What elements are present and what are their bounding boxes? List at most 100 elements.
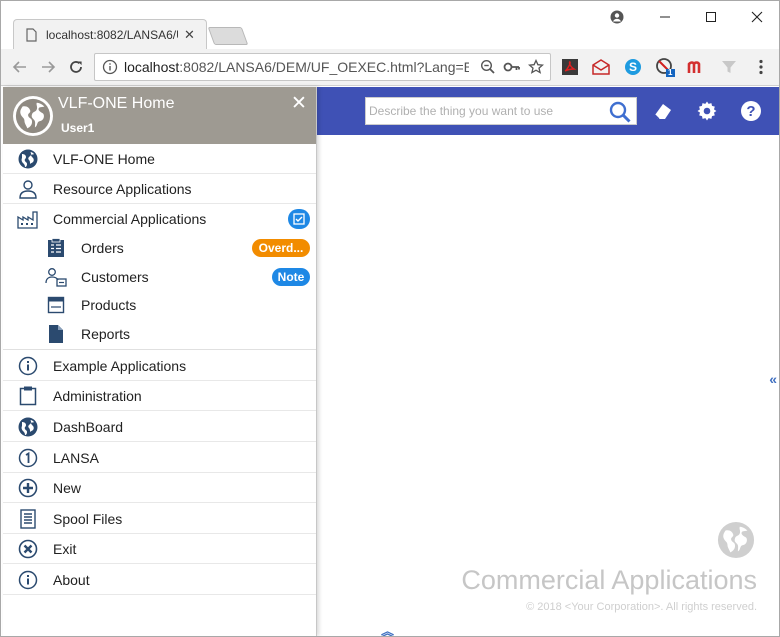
number-one-icon <box>17 447 39 469</box>
reload-icon[interactable] <box>65 56 87 78</box>
search-input[interactable] <box>366 98 602 124</box>
gear-icon[interactable] <box>695 99 719 123</box>
close-circle-icon <box>17 538 39 560</box>
search-box[interactable] <box>365 97 637 125</box>
close-window-button[interactable] <box>747 7 767 27</box>
person-icon <box>17 178 39 200</box>
page-icon <box>26 27 37 42</box>
url-path: :8082/LANSA6/DEM/UF_OEXEC.html?Lang=E... <box>179 59 469 75</box>
extension-badge: 1 <box>668 68 673 77</box>
menu-item-administration[interactable]: Administration <box>3 381 316 411</box>
plus-icon <box>17 477 39 499</box>
menu-item-label: About <box>53 571 90 588</box>
menu-item-label: Example Applications <box>53 357 187 374</box>
menu-item-label: Resource Applications <box>53 180 192 197</box>
browser-toolbar: localhost:8082/LANSA6/DEM/UF_OEXEC.html?… <box>1 49 779 86</box>
menu-item-new[interactable]: New <box>3 473 316 503</box>
url-text: localhost:8082/LANSA6/DEM/UF_OEXEC.html?… <box>124 59 469 75</box>
menu-item-customers[interactable]: Customers Note <box>3 263 316 291</box>
document-icon <box>45 323 67 345</box>
menu-item-reports[interactable]: Reports <box>3 320 316 348</box>
info-icon[interactable] <box>102 59 118 75</box>
menu-item-vlf-one-home[interactable]: VLF-ONE Home <box>3 144 316 174</box>
minimize-button[interactable] <box>655 7 675 27</box>
menu-item-label: DashBoard <box>53 418 124 435</box>
menu-item-lansa[interactable]: LANSA <box>3 443 316 473</box>
maximize-button[interactable] <box>701 7 721 27</box>
menu-item-commercial-applications[interactable]: Commercial Applications <box>3 204 316 234</box>
menu-item-label: New <box>53 479 82 496</box>
app-header: ? <box>317 87 779 135</box>
note-badge[interactable]: Note <box>272 268 310 286</box>
filter-extension-icon[interactable] <box>719 57 739 77</box>
m-extension-icon[interactable] <box>687 57 707 77</box>
skype-icon[interactable]: S <box>623 57 643 77</box>
info-icon <box>17 355 39 377</box>
double-chevron-up-icon[interactable]: ︽ <box>381 621 394 636</box>
new-tab-button[interactable] <box>207 27 249 45</box>
menu-item-products[interactable]: Products <box>3 291 316 319</box>
browser-menu-icon[interactable] <box>751 57 771 77</box>
brand-title: Commercial Applications <box>461 565 757 595</box>
help-icon[interactable]: ? <box>739 99 763 123</box>
menu-item-example-applications[interactable]: Example Applications <box>3 351 316 381</box>
status-badge[interactable]: Overd... <box>252 239 310 257</box>
clipboard-icon <box>45 237 67 259</box>
clipboard-icon <box>17 385 39 407</box>
close-tab-icon[interactable]: ✕ <box>184 27 195 43</box>
search-icon[interactable] <box>608 100 632 124</box>
menu-item-label: Spool Files <box>53 510 123 527</box>
svg-text:?: ? <box>746 103 755 120</box>
main-content: Commercial Applications © 2018 <Your Cor… <box>317 135 779 636</box>
address-bar[interactable]: localhost:8082/LANSA6/DEM/UF_OEXEC.html?… <box>94 53 551 81</box>
globe-icon <box>717 521 755 559</box>
menu-item-about[interactable]: About <box>3 565 316 595</box>
bookmark-star-icon[interactable] <box>527 58 545 76</box>
title-bar: localhost:8082/LANSA6/U ✕ <box>1 1 779 49</box>
menu-item-label: Customers <box>81 269 149 285</box>
menu-item-label: Exit <box>53 540 77 557</box>
avatar <box>13 96 53 136</box>
menu-item-label: Administration <box>53 387 142 404</box>
menu-item-resource-applications[interactable]: Resource Applications <box>3 174 316 204</box>
divider <box>3 349 316 350</box>
double-chevron-left-icon[interactable]: « <box>769 371 777 387</box>
menu-title: VLF-ONE Home <box>58 95 175 112</box>
checkbox-badge-icon[interactable] <box>288 209 310 229</box>
menu-item-exit[interactable]: Exit <box>3 534 316 564</box>
menu-item-label: VLF-ONE Home <box>53 150 155 167</box>
forward-icon[interactable] <box>37 56 59 78</box>
mail-extension-icon[interactable] <box>591 57 611 77</box>
pdf-extension-icon[interactable] <box>560 57 580 77</box>
eraser-icon[interactable] <box>651 99 675 123</box>
menu-item-dashboard[interactable]: DashBoard <box>3 412 316 442</box>
list-icon <box>17 508 39 530</box>
menu-header: VLF-ONE Home User1 ✕ <box>3 87 316 144</box>
blocker-extension-icon[interactable]: 1 <box>655 57 675 77</box>
menu-item-label: Commercial Applications <box>53 211 207 227</box>
side-menu: VLF-ONE Home User1 ✕ VLF-ONE Home Resour… <box>3 87 317 636</box>
key-icon[interactable] <box>503 58 521 76</box>
info-icon <box>17 569 39 591</box>
globe-icon <box>15 98 51 134</box>
account-icon[interactable] <box>607 7 627 27</box>
menu-item-orders[interactable]: Orders Overd... <box>3 234 316 262</box>
menu-item-label: Products <box>81 297 137 313</box>
factory-icon <box>17 208 39 230</box>
globe-icon <box>17 416 39 438</box>
globe-icon <box>17 148 39 170</box>
menu-item-label: Orders <box>81 240 124 256</box>
copyright-text: © 2018 <Your Corporation>. All rights re… <box>526 601 757 613</box>
browser-tab[interactable]: localhost:8082/LANSA6/U ✕ <box>13 19 207 49</box>
user-name: User1 <box>61 121 95 135</box>
menu-item-spool-files[interactable]: Spool Files <box>3 504 316 534</box>
back-icon[interactable] <box>9 56 31 78</box>
url-host: localhost <box>124 59 180 75</box>
menu-item-label: LANSA <box>53 449 99 466</box>
tab-title: localhost:8082/LANSA6/U <box>46 27 178 42</box>
zoom-icon[interactable] <box>479 58 497 76</box>
box-icon <box>45 294 67 316</box>
people-icon <box>45 266 67 288</box>
browser-window: localhost:8082/LANSA6/U ✕ localhost:8082… <box>0 0 780 637</box>
close-menu-icon[interactable]: ✕ <box>290 94 308 113</box>
